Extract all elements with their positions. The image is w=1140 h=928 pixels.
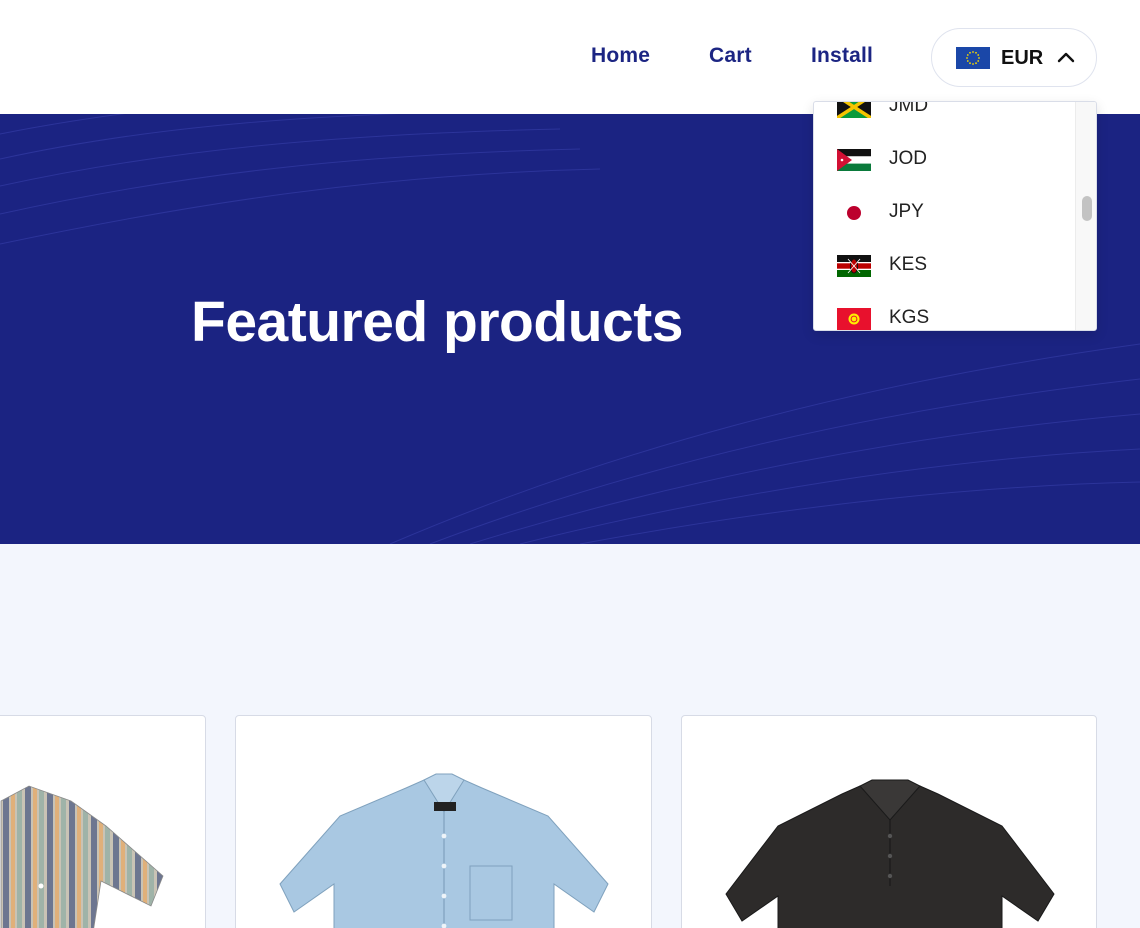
- eu-flag-icon: [956, 47, 990, 74]
- currency-dropdown-list[interactable]: JMD JOD JPY KES KGS: [813, 101, 1097, 331]
- jamaica-flag-icon: [836, 102, 872, 123]
- currency-options: JMD JOD JPY KES KGS: [814, 101, 1076, 330]
- product-card[interactable]: [0, 715, 206, 928]
- currency-selector-button[interactable]: EUR: [931, 28, 1097, 87]
- product-card[interactable]: [235, 715, 652, 928]
- currency-option-kes[interactable]: KES: [814, 237, 1076, 290]
- selected-currency-code: EUR: [1001, 47, 1044, 69]
- chevron-up-icon: [1057, 50, 1075, 69]
- currency-option-label: KGS: [889, 307, 930, 328]
- light-blue-shirt-image: [279, 773, 609, 928]
- kyrgyzstan-flag-icon: [837, 308, 871, 330]
- currency-option-jmd[interactable]: JMD: [814, 101, 1076, 131]
- currency-option-label: JPY: [889, 201, 924, 222]
- page-title: Featured products: [191, 290, 683, 354]
- nav-cart-link[interactable]: Cart: [709, 44, 752, 68]
- product-card[interactable]: [681, 715, 1097, 928]
- striped-shirt-image: [0, 785, 164, 928]
- site-header: Home Cart Install EUR: [0, 0, 1140, 114]
- currency-option-kgs[interactable]: KGS: [814, 290, 1076, 330]
- scrollbar-thumb[interactable]: [1082, 196, 1092, 221]
- currency-option-label: KES: [889, 254, 928, 275]
- nav-home-link[interactable]: Home: [591, 44, 650, 68]
- currency-option-jpy[interactable]: JPY: [814, 184, 1076, 237]
- currency-option-jod[interactable]: JOD: [814, 131, 1076, 184]
- black-polo-image: [725, 779, 1055, 928]
- japan-flag-icon: [837, 202, 871, 229]
- kenya-flag-icon: [837, 255, 871, 282]
- dropdown-scrollbar[interactable]: [1075, 102, 1096, 330]
- currency-option-label: JMD: [889, 101, 929, 116]
- nav-install-link[interactable]: Install: [811, 44, 873, 68]
- currency-option-label: JOD: [889, 148, 927, 169]
- jordan-flag-icon: [837, 149, 871, 176]
